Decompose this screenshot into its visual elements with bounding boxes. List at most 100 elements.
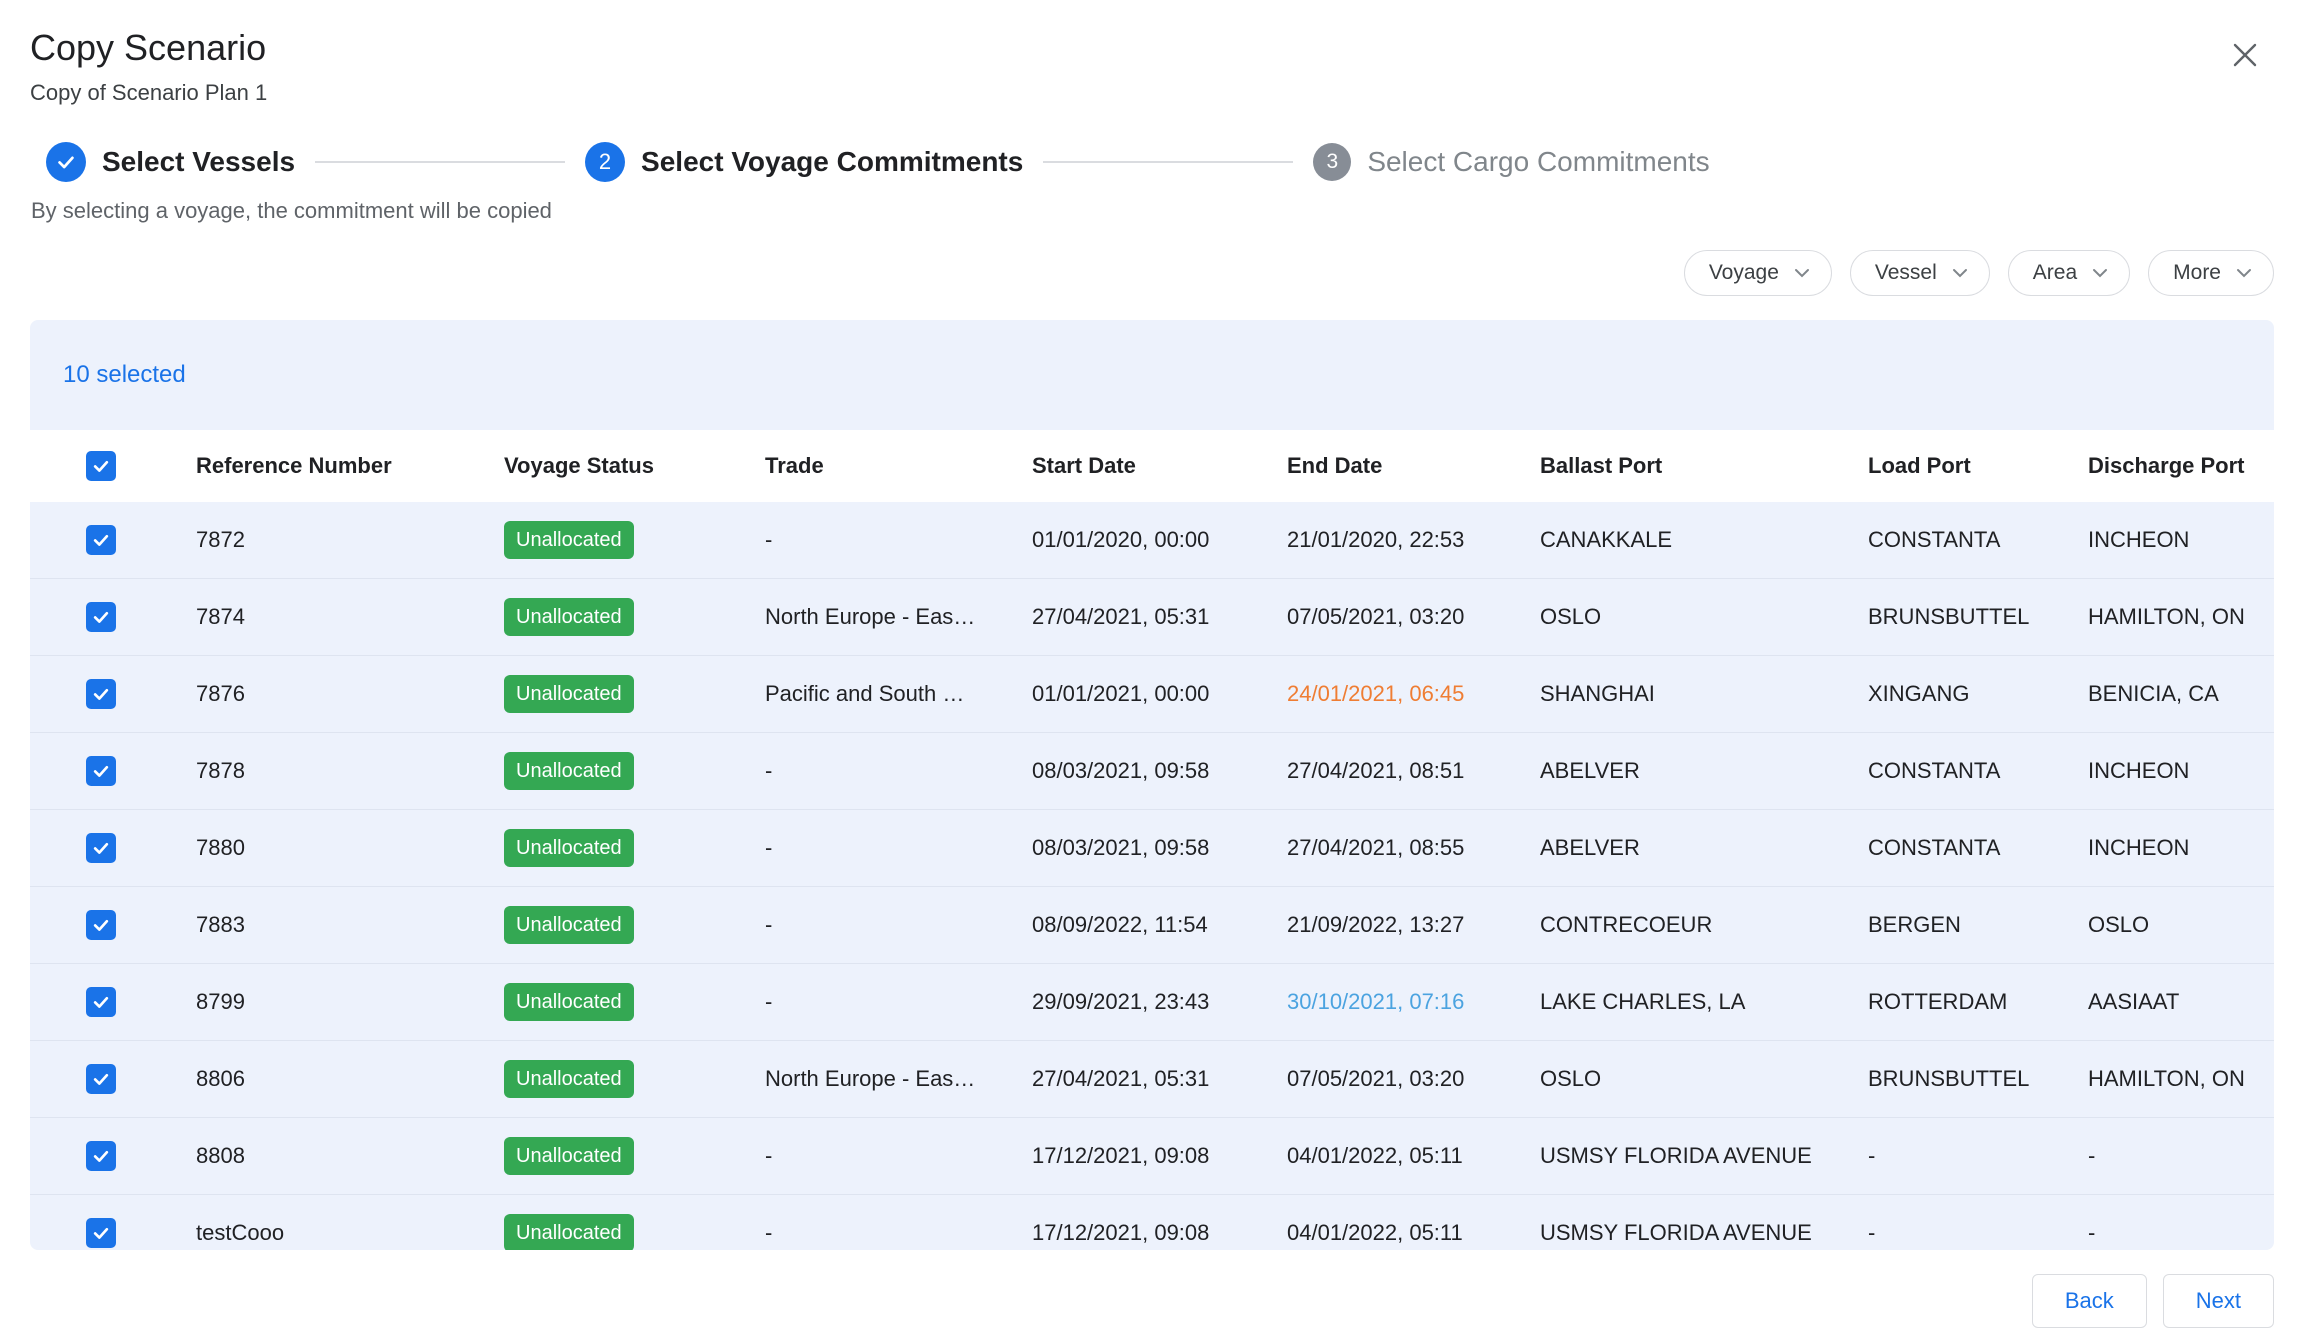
select-all-checkbox[interactable] — [86, 451, 116, 481]
row-load-port: CONSTANTA — [1868, 758, 2088, 784]
selected-count: 10 selected — [63, 361, 186, 389]
column-header-voyage-status: Voyage Status — [504, 453, 765, 479]
step-select-cargo-commitments[interactable]: 3 Select Cargo Commitments — [1313, 143, 1709, 181]
row-load-port: CONSTANTA — [1868, 835, 2088, 861]
step-select-vessels[interactable]: Select Vessels — [46, 142, 295, 182]
row-start-date: 08/09/2022, 11:54 — [1032, 912, 1287, 938]
table-row: 8808 Unallocated - 17/12/2021, 09:08 04/… — [30, 1118, 2274, 1195]
row-reference-number: 7874 — [196, 604, 504, 630]
row-start-date: 08/03/2021, 09:58 — [1032, 758, 1287, 784]
filter-vessel-button[interactable]: Vessel — [1850, 250, 1990, 296]
stepper-connector — [315, 161, 565, 163]
row-ballast-port: CANAKKALE — [1540, 527, 1868, 553]
step-label-select-voyage-commitments: Select Voyage Commitments — [641, 146, 1023, 178]
filter-more-button[interactable]: More — [2148, 250, 2274, 296]
row-reference-number: 8806 — [196, 1066, 504, 1092]
column-header-reference-number: Reference Number — [196, 453, 504, 479]
row-start-date: 27/04/2021, 05:31 — [1032, 1066, 1287, 1092]
table-row: testCooo Unallocated - 17/12/2021, 09:08… — [30, 1195, 2274, 1250]
row-load-port: BRUNSBUTTEL — [1868, 1066, 2088, 1092]
row-reference-number: 7878 — [196, 758, 504, 784]
row-end-date: 07/05/2021, 03:20 — [1287, 604, 1540, 630]
row-ballast-port: LAKE CHARLES, LA — [1540, 989, 1868, 1015]
row-discharge-port: INCHEON — [2088, 758, 2274, 784]
chevron-down-icon — [1793, 267, 1811, 279]
row-checkbox[interactable] — [86, 1064, 116, 1094]
row-checkbox[interactable] — [86, 525, 116, 555]
row-ballast-port: ABELVER — [1540, 758, 1868, 784]
filter-bar: Voyage Vessel Area More — [0, 250, 2304, 296]
row-checkbox[interactable] — [86, 833, 116, 863]
row-end-date: 30/10/2021, 07:16 — [1287, 989, 1540, 1015]
row-ballast-port: ABELVER — [1540, 835, 1868, 861]
table-row: 7880 Unallocated - 08/03/2021, 09:58 27/… — [30, 810, 2274, 887]
row-checkbox[interactable] — [86, 679, 116, 709]
column-header-ballast-port: Ballast Port — [1540, 453, 1868, 479]
row-reference-number: 7880 — [196, 835, 504, 861]
row-ballast-port: SHANGHAI — [1540, 681, 1868, 707]
row-discharge-port: - — [2088, 1143, 2274, 1169]
voyage-status-badge: Unallocated — [504, 752, 634, 790]
row-end-date: 21/09/2022, 13:27 — [1287, 912, 1540, 938]
table-row: 7872 Unallocated - 01/01/2020, 00:00 21/… — [30, 502, 2274, 579]
row-reference-number: 7872 — [196, 527, 504, 553]
row-end-date: 07/05/2021, 03:20 — [1287, 1066, 1540, 1092]
close-icon — [2228, 38, 2262, 72]
row-ballast-port: OSLO — [1540, 604, 1868, 630]
row-reference-number: 7876 — [196, 681, 504, 707]
voyage-commitments-table: 10 selected Reference Number Voyage Stat… — [30, 320, 2274, 1250]
dialog-header: Copy Scenario Copy of Scenario Plan 1 — [0, 0, 2304, 106]
row-discharge-port: OSLO — [2088, 912, 2274, 938]
page-title: Copy Scenario — [30, 26, 267, 70]
step-select-voyage-commitments[interactable]: 2 Select Voyage Commitments — [585, 142, 1023, 182]
row-checkbox[interactable] — [86, 602, 116, 632]
row-checkbox[interactable] — [86, 1218, 116, 1248]
row-start-date: 08/03/2021, 09:58 — [1032, 835, 1287, 861]
row-end-date: 04/01/2022, 05:11 — [1287, 1220, 1540, 1246]
next-button[interactable]: Next — [2163, 1274, 2274, 1328]
row-discharge-port: HAMILTON, ON — [2088, 604, 2274, 630]
selection-bar: 10 selected — [30, 320, 2274, 430]
row-trade: - — [765, 989, 1032, 1015]
close-button[interactable] — [2222, 32, 2268, 78]
row-trade: - — [765, 758, 1032, 784]
chevron-down-icon — [2091, 267, 2109, 279]
row-discharge-port: AASIAAT — [2088, 989, 2274, 1015]
filter-voyage-button[interactable]: Voyage — [1684, 250, 1832, 296]
voyage-status-badge: Unallocated — [504, 598, 634, 636]
row-ballast-port: USMSY FLORIDA AVENUE — [1540, 1220, 1868, 1246]
column-header-start-date: Start Date — [1032, 453, 1287, 479]
row-end-date: 04/01/2022, 05:11 — [1287, 1143, 1540, 1169]
row-discharge-port: HAMILTON, ON — [2088, 1066, 2274, 1092]
row-end-date: 21/01/2020, 22:53 — [1287, 527, 1540, 553]
table-row: 8806 Unallocated North Europe - Eas… 27/… — [30, 1041, 2274, 1118]
row-end-date: 27/04/2021, 08:55 — [1287, 835, 1540, 861]
row-trade: Pacific and South … — [765, 681, 1032, 707]
copy-scenario-dialog: Copy Scenario Copy of Scenario Plan 1 Se… — [0, 0, 2304, 1328]
row-checkbox[interactable] — [86, 1141, 116, 1171]
stepper-connector — [1043, 161, 1293, 163]
row-end-date: 24/01/2021, 06:45 — [1287, 681, 1540, 707]
row-load-port: BERGEN — [1868, 912, 2088, 938]
row-checkbox[interactable] — [86, 987, 116, 1017]
back-button[interactable]: Back — [2032, 1274, 2147, 1328]
step-number-badge: 2 — [585, 142, 625, 182]
table-header-row: Reference Number Voyage Status Trade Sta… — [30, 430, 2274, 502]
table-body: 7872 Unallocated - 01/01/2020, 00:00 21/… — [30, 502, 2274, 1250]
voyage-status-badge: Unallocated — [504, 906, 634, 944]
row-checkbox[interactable] — [86, 756, 116, 786]
filter-voyage-label: Voyage — [1709, 261, 1779, 285]
row-checkbox[interactable] — [86, 910, 116, 940]
filter-area-button[interactable]: Area — [2008, 250, 2130, 296]
voyage-status-badge: Unallocated — [504, 829, 634, 867]
filter-area-label: Area — [2033, 261, 2077, 285]
filter-more-label: More — [2173, 261, 2221, 285]
table-row: 8799 Unallocated - 29/09/2021, 23:43 30/… — [30, 964, 2274, 1041]
row-start-date: 17/12/2021, 09:08 — [1032, 1220, 1287, 1246]
row-discharge-port: INCHEON — [2088, 527, 2274, 553]
table-row: 7878 Unallocated - 08/03/2021, 09:58 27/… — [30, 733, 2274, 810]
row-load-port: BRUNSBUTTEL — [1868, 604, 2088, 630]
row-trade: North Europe - Eas… — [765, 1066, 1032, 1092]
voyage-status-badge: Unallocated — [504, 983, 634, 1021]
voyage-status-badge: Unallocated — [504, 521, 634, 559]
